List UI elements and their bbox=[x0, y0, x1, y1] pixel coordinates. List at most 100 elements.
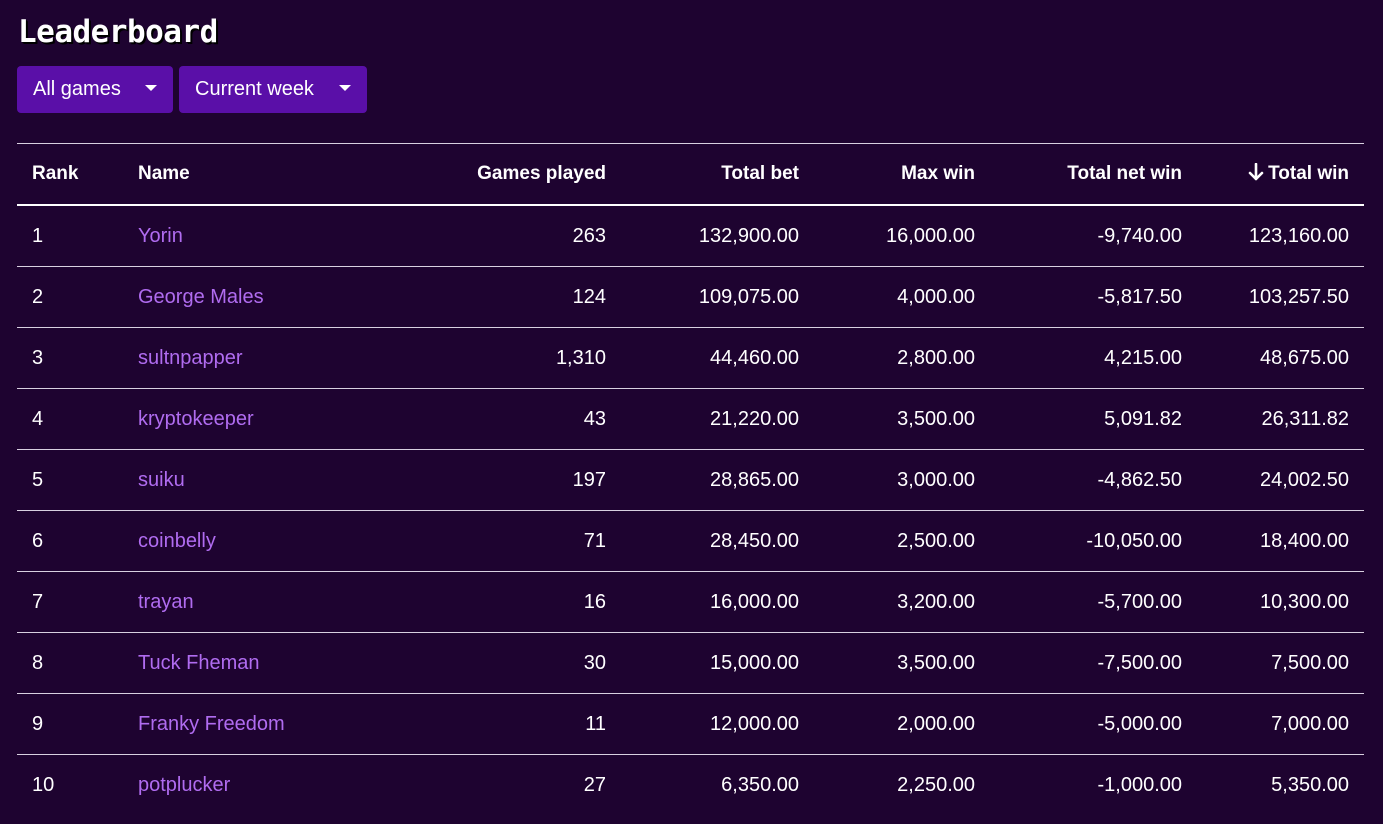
column-header-name[interactable]: Name bbox=[123, 144, 413, 206]
cell-max-win: 3,200.00 bbox=[897, 590, 975, 613]
cell-total-bet: 132,900.00 bbox=[698, 224, 799, 247]
column-header-total-net-win[interactable]: Total net win bbox=[990, 144, 1197, 206]
cell-games-played: 16 bbox=[583, 590, 606, 613]
caret-down-icon bbox=[145, 84, 157, 91]
player-name-link[interactable]: George Males bbox=[138, 286, 264, 308]
leaderboard-rows: 1 Yorin 263 132,900.00 16,000.00 -9,740.… bbox=[17, 205, 1364, 815]
column-header-total-win[interactable]: Total win bbox=[1197, 144, 1364, 206]
cell-max-win: 2,250.00 bbox=[897, 773, 975, 796]
cell-name: Yorin bbox=[123, 205, 413, 267]
cell-name: Franky Freedom bbox=[123, 694, 413, 755]
cell-total-win: 5,350.00 bbox=[1271, 773, 1349, 796]
cell-total-bet: 6,350.00 bbox=[721, 773, 799, 796]
cell-total-net-win: 4,215.00 bbox=[1104, 346, 1182, 369]
cell-max-win: 3,500.00 bbox=[897, 407, 975, 430]
table-row: 10 potplucker 27 6,350.00 2,250.00 -1,00… bbox=[17, 755, 1364, 816]
cell-total-net-win: -4,862.50 bbox=[1097, 468, 1182, 491]
caret-down-icon bbox=[339, 84, 351, 91]
column-header-games-played[interactable]: Games played bbox=[413, 144, 621, 206]
cell-games-played: 71 bbox=[583, 529, 606, 552]
player-name-link[interactable]: kryptokeeper bbox=[138, 408, 254, 430]
player-name-link[interactable]: suiku bbox=[138, 469, 185, 491]
cell-rank: 3 bbox=[32, 346, 44, 369]
player-name-link[interactable]: sultnpapper bbox=[138, 347, 243, 369]
cell-games-played: 1,310 bbox=[555, 346, 606, 369]
cell-total-bet: 44,460.00 bbox=[710, 346, 799, 369]
cell-total-win: 18,400.00 bbox=[1260, 529, 1349, 552]
cell-games-played: 27 bbox=[583, 773, 606, 796]
cell-rank: 6 bbox=[32, 529, 44, 552]
column-header-rank[interactable]: Rank bbox=[17, 144, 123, 206]
period-filter-label: Current week bbox=[195, 78, 314, 100]
cell-max-win: 2,800.00 bbox=[897, 346, 975, 369]
cell-total-bet: 28,865.00 bbox=[710, 468, 799, 491]
player-name-link[interactable]: Yorin bbox=[138, 225, 183, 247]
column-header-max-win[interactable]: Max win bbox=[814, 144, 990, 206]
table-row: 9 Franky Freedom 11 12,000.00 2,000.00 -… bbox=[17, 694, 1364, 755]
cell-games-played: 124 bbox=[572, 285, 606, 308]
cell-total-bet: 12,000.00 bbox=[710, 712, 799, 735]
cell-games-played: 43 bbox=[583, 407, 606, 430]
cell-rank: 5 bbox=[32, 468, 44, 491]
cell-total-win: 7,500.00 bbox=[1271, 651, 1349, 674]
cell-total-net-win: -5,817.50 bbox=[1097, 285, 1182, 308]
cell-rank: 1 bbox=[32, 224, 44, 247]
cell-total-net-win: -5,000.00 bbox=[1097, 712, 1182, 735]
cell-rank: 8 bbox=[32, 651, 44, 674]
player-name-link[interactable]: Franky Freedom bbox=[138, 713, 285, 735]
cell-total-win: 24,002.50 bbox=[1260, 468, 1349, 491]
table-row: 2 George Males 124 109,075.00 4,000.00 -… bbox=[17, 267, 1364, 328]
cell-games-played: 11 bbox=[585, 712, 606, 735]
cell-name: coinbelly bbox=[123, 511, 413, 572]
cell-name: potplucker bbox=[123, 755, 413, 816]
cell-max-win: 2,000.00 bbox=[897, 712, 975, 735]
table-row: 4 kryptokeeper 43 21,220.00 3,500.00 5,0… bbox=[17, 389, 1364, 450]
sort-descending-arrow-icon bbox=[1248, 162, 1264, 185]
cell-total-net-win: -7,500.00 bbox=[1097, 651, 1182, 674]
cell-total-win: 48,675.00 bbox=[1260, 346, 1349, 369]
cell-total-bet: 21,220.00 bbox=[710, 407, 799, 430]
cell-total-bet: 15,000.00 bbox=[710, 651, 799, 674]
cell-name: Tuck Fheman bbox=[123, 633, 413, 694]
player-name-link[interactable]: Tuck Fheman bbox=[138, 652, 260, 674]
cell-name: trayan bbox=[123, 572, 413, 633]
player-name-link[interactable]: trayan bbox=[138, 591, 194, 613]
cell-total-net-win: -10,050.00 bbox=[1086, 529, 1182, 552]
cell-total-bet: 109,075.00 bbox=[698, 285, 799, 308]
cell-games-played: 30 bbox=[583, 651, 606, 674]
table-header-row: Rank Name Games played Total bet Max win… bbox=[17, 143, 1364, 206]
table-row: 8 Tuck Fheman 30 15,000.00 3,500.00 -7,5… bbox=[17, 633, 1364, 694]
cell-total-win: 26,311.82 bbox=[1261, 407, 1350, 430]
page-title: Leaderboard bbox=[18, 14, 218, 50]
filter-bar: All games Current week bbox=[17, 66, 367, 113]
cell-total-bet: 16,000.00 bbox=[710, 590, 799, 613]
cell-total-net-win: -5,700.00 bbox=[1097, 590, 1182, 613]
cell-max-win: 4,000.00 bbox=[897, 285, 975, 308]
player-name-link[interactable]: coinbelly bbox=[138, 530, 216, 552]
leaderboard-table: Rank Name Games played Total bet Max win… bbox=[17, 143, 1364, 815]
cell-total-win: 10,300.00 bbox=[1260, 590, 1349, 613]
cell-name: George Males bbox=[123, 267, 413, 328]
cell-total-win: 123,160.00 bbox=[1248, 224, 1349, 247]
player-name-link[interactable]: potplucker bbox=[138, 774, 230, 796]
table-row: 3 sultnpapper 1,310 44,460.00 2,800.00 4… bbox=[17, 328, 1364, 389]
cell-total-win: 103,257.50 bbox=[1248, 285, 1349, 308]
game-filter-dropdown[interactable]: All games bbox=[17, 66, 173, 113]
cell-max-win: 2,500.00 bbox=[897, 529, 975, 552]
cell-total-bet: 28,450.00 bbox=[710, 529, 799, 552]
cell-total-win: 7,000.00 bbox=[1271, 712, 1349, 735]
table-row: 7 trayan 16 16,000.00 3,200.00 -5,700.00… bbox=[17, 572, 1364, 633]
cell-rank: 10 bbox=[32, 773, 55, 796]
period-filter-dropdown[interactable]: Current week bbox=[179, 66, 367, 113]
cell-rank: 7 bbox=[32, 590, 44, 613]
table-row: 5 suiku 197 28,865.00 3,000.00 -4,862.50… bbox=[17, 450, 1364, 511]
cell-total-net-win: -1,000.00 bbox=[1097, 773, 1182, 796]
cell-name: sultnpapper bbox=[123, 328, 413, 389]
cell-rank: 9 bbox=[32, 712, 44, 735]
game-filter-label: All games bbox=[33, 78, 121, 100]
column-header-total-bet[interactable]: Total bet bbox=[621, 144, 814, 206]
cell-rank: 4 bbox=[32, 407, 44, 430]
cell-total-net-win: 5,091.82 bbox=[1104, 407, 1182, 430]
cell-rank: 2 bbox=[32, 285, 44, 308]
cell-games-played: 263 bbox=[572, 224, 606, 247]
